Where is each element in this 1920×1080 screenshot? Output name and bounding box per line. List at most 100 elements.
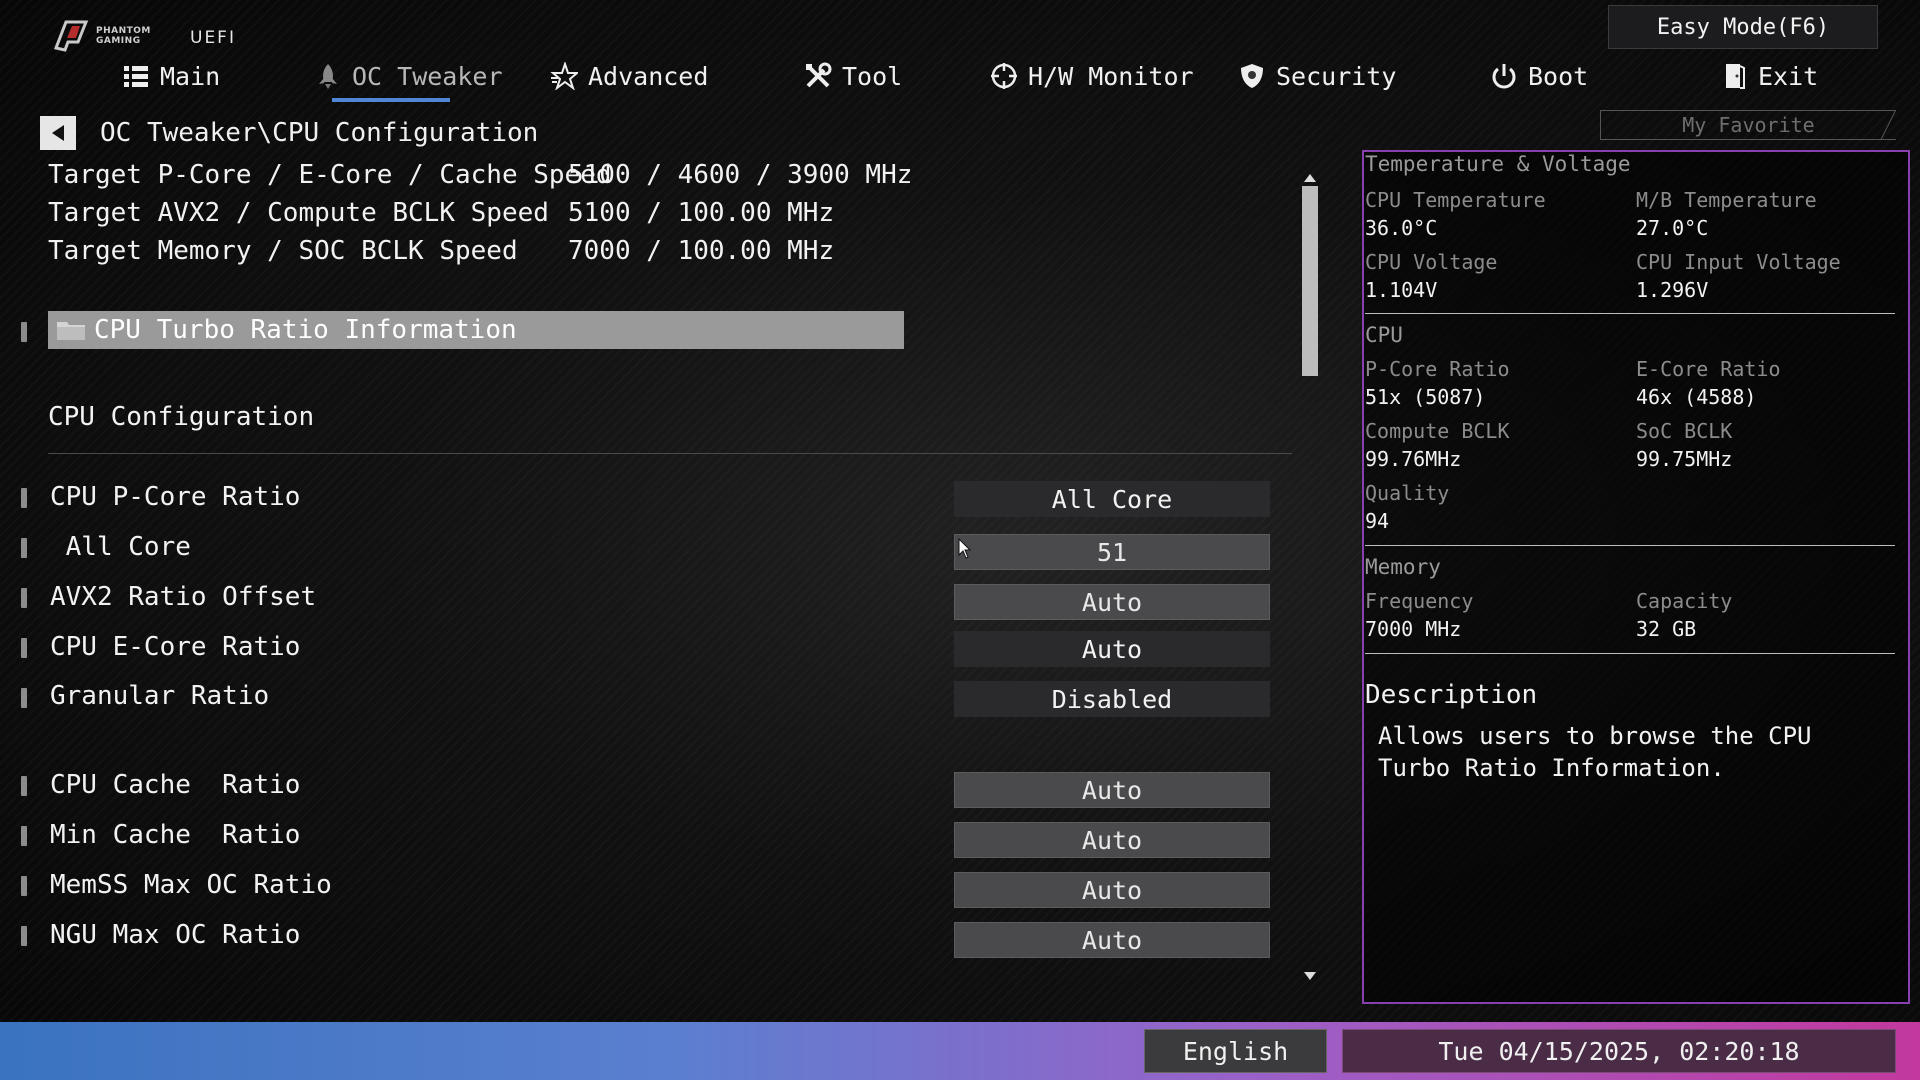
datetime-display: Tue 04/15/2025, 02:20:18 bbox=[1342, 1029, 1896, 1073]
scroll-down-arrow-icon[interactable] bbox=[1303, 970, 1317, 982]
target-memory-soc-label: Target Memory / SOC BCLK Speed bbox=[48, 236, 518, 266]
my-favorite-corner bbox=[1880, 110, 1896, 140]
active-tab-indicator bbox=[332, 98, 450, 102]
cpu-cache-ratio-input[interactable]: Auto bbox=[954, 772, 1270, 808]
capacity-label: Capacity bbox=[1636, 589, 1733, 613]
uefi-label: UEFI bbox=[190, 28, 236, 48]
row-marker bbox=[21, 876, 27, 896]
target-core-speed-value: 5100 / 4600 / 3900 MHz bbox=[568, 160, 913, 190]
avx2-ratio-offset-label: AVX2 Ratio Offset bbox=[50, 582, 317, 612]
row-marker bbox=[21, 588, 27, 608]
tab-main-label: Main bbox=[160, 61, 221, 91]
cpu-input-voltage-label: CPU Input Voltage bbox=[1636, 250, 1841, 274]
description-title: Description bbox=[1365, 680, 1538, 710]
min-cache-ratio-input[interactable]: Auto bbox=[954, 822, 1270, 858]
min-cache-ratio-label: Min Cache Ratio bbox=[50, 820, 301, 850]
frequency-value: 7000 MHz bbox=[1365, 617, 1462, 641]
tab-security-label: Security bbox=[1276, 61, 1397, 91]
crosshair-icon bbox=[991, 63, 1017, 89]
tab-hw-monitor-label: H/W Monitor bbox=[1028, 61, 1194, 91]
tools-icon bbox=[806, 62, 832, 88]
my-favorite-button[interactable]: My Favorite bbox=[1600, 110, 1896, 140]
row-marker bbox=[21, 776, 27, 796]
memory-section-title: Memory bbox=[1365, 555, 1441, 579]
brand-text: PHANTOM GAMING bbox=[96, 26, 151, 46]
cpu-temp-label: CPU Temperature bbox=[1365, 188, 1546, 212]
target-memory-soc-value: 7000 / 100.00 MHz bbox=[568, 236, 835, 266]
memss-max-oc-ratio-input[interactable]: Auto bbox=[954, 872, 1270, 908]
pcore-ratio-label: P-Core Ratio bbox=[1365, 357, 1510, 381]
frequency-label: Frequency bbox=[1365, 589, 1474, 613]
language-button[interactable]: English bbox=[1144, 1029, 1327, 1073]
cpu-ecore-ratio-select[interactable]: Auto bbox=[954, 631, 1270, 667]
row-marker bbox=[21, 638, 27, 658]
granular-ratio-select[interactable]: Disabled bbox=[954, 681, 1270, 717]
phantom-gaming-logo-icon bbox=[53, 20, 89, 52]
cpu-cache-ratio-label: CPU Cache Ratio bbox=[50, 770, 301, 800]
soc-bclk-label: SoC BCLK bbox=[1636, 419, 1733, 443]
tab-security[interactable]: Security bbox=[1238, 56, 1396, 96]
cpu-ecore-ratio-label: CPU E-Core Ratio bbox=[50, 632, 301, 662]
target-avx2-bclk-label: Target AVX2 / Compute BCLK Speed bbox=[48, 198, 549, 228]
avx2-ratio-offset-input[interactable]: Auto bbox=[954, 584, 1270, 620]
ngu-max-oc-ratio-label: NGU Max OC Ratio bbox=[50, 920, 301, 950]
row-marker bbox=[21, 538, 27, 558]
tab-main[interactable]: Main bbox=[122, 56, 220, 96]
shield-icon bbox=[1241, 64, 1263, 88]
cpu-pcore-ratio-label: CPU P-Core Ratio bbox=[50, 482, 301, 512]
cpu-pcore-ratio-select[interactable]: All Core bbox=[954, 481, 1270, 517]
tab-exit[interactable]: Exit bbox=[1720, 56, 1818, 96]
rocket-icon bbox=[319, 64, 337, 89]
tab-oc-tweaker-label: OC Tweaker bbox=[352, 61, 503, 91]
exit-door-icon bbox=[1726, 64, 1745, 89]
mouse-cursor-icon bbox=[958, 538, 972, 559]
star-icon bbox=[550, 62, 578, 90]
panel-divider bbox=[1365, 653, 1895, 654]
panel-divider bbox=[1365, 313, 1895, 314]
brand-line-1: PHANTOM bbox=[96, 26, 151, 36]
cpu-voltage-label: CPU Voltage bbox=[1365, 250, 1498, 274]
pcore-ratio-value: 51x (5087) bbox=[1365, 385, 1486, 409]
scrollbar-thumb[interactable] bbox=[1302, 186, 1318, 376]
tab-advanced[interactable]: Advanced bbox=[550, 56, 708, 96]
mb-temp-label: M/B Temperature bbox=[1636, 188, 1817, 212]
tab-advanced-label: Advanced bbox=[588, 61, 709, 91]
quality-label: Quality bbox=[1365, 481, 1450, 505]
temp-voltage-title: Temperature & Voltage bbox=[1365, 152, 1631, 176]
breadcrumb: OC Tweaker\CPU Configuration bbox=[100, 118, 539, 148]
scroll-up-arrow-icon[interactable] bbox=[1303, 172, 1317, 184]
ngu-max-oc-ratio-input[interactable]: Auto bbox=[954, 922, 1270, 958]
row-marker bbox=[21, 322, 27, 342]
tab-tool-label: Tool bbox=[842, 61, 903, 91]
row-marker bbox=[21, 688, 27, 708]
cpu-turbo-ratio-info-label: CPU Turbo Ratio Information bbox=[94, 315, 517, 345]
target-avx2-bclk-value: 5100 / 100.00 MHz bbox=[568, 198, 835, 228]
back-button[interactable] bbox=[40, 116, 76, 150]
brand-line-2: GAMING bbox=[96, 36, 141, 46]
ecore-ratio-label: E-Core Ratio bbox=[1636, 357, 1781, 381]
capacity-value: 32 GB bbox=[1636, 617, 1697, 641]
panel-divider bbox=[1365, 545, 1895, 546]
tab-oc-tweaker[interactable]: OC Tweaker bbox=[314, 56, 503, 96]
all-core-ratio-input[interactable]: 51 bbox=[954, 534, 1270, 570]
cpu-temp-value: 36.0°C bbox=[1365, 216, 1438, 240]
row-marker bbox=[21, 926, 27, 946]
tab-tool[interactable]: Tool bbox=[804, 56, 902, 96]
cpu-input-voltage-value: 1.296V bbox=[1636, 278, 1709, 302]
quality-value: 94 bbox=[1365, 509, 1390, 533]
row-marker bbox=[21, 488, 27, 508]
all-core-label: All Core bbox=[50, 532, 191, 562]
back-arrow-icon bbox=[52, 125, 64, 141]
ecore-ratio-value: 46x (4588) bbox=[1636, 385, 1757, 409]
granular-ratio-label: Granular Ratio bbox=[50, 681, 270, 711]
mb-temp-value: 27.0°C bbox=[1636, 216, 1709, 240]
target-core-speed-label: Target P-Core / E-Core / Cache Speed bbox=[48, 160, 612, 190]
tab-boot[interactable]: Boot bbox=[1490, 56, 1588, 96]
description-text: Allows users to browse the CPU Turbo Rat… bbox=[1378, 722, 1812, 782]
cpu-turbo-ratio-info-item[interactable]: CPU Turbo Ratio Information bbox=[48, 311, 904, 349]
list-icon bbox=[124, 66, 148, 87]
cpu-voltage-value: 1.104V bbox=[1365, 278, 1438, 302]
easy-mode-button[interactable]: Easy Mode(F6) bbox=[1608, 5, 1878, 49]
power-icon bbox=[1492, 64, 1516, 89]
tab-hw-monitor[interactable]: H/W Monitor bbox=[990, 56, 1194, 96]
